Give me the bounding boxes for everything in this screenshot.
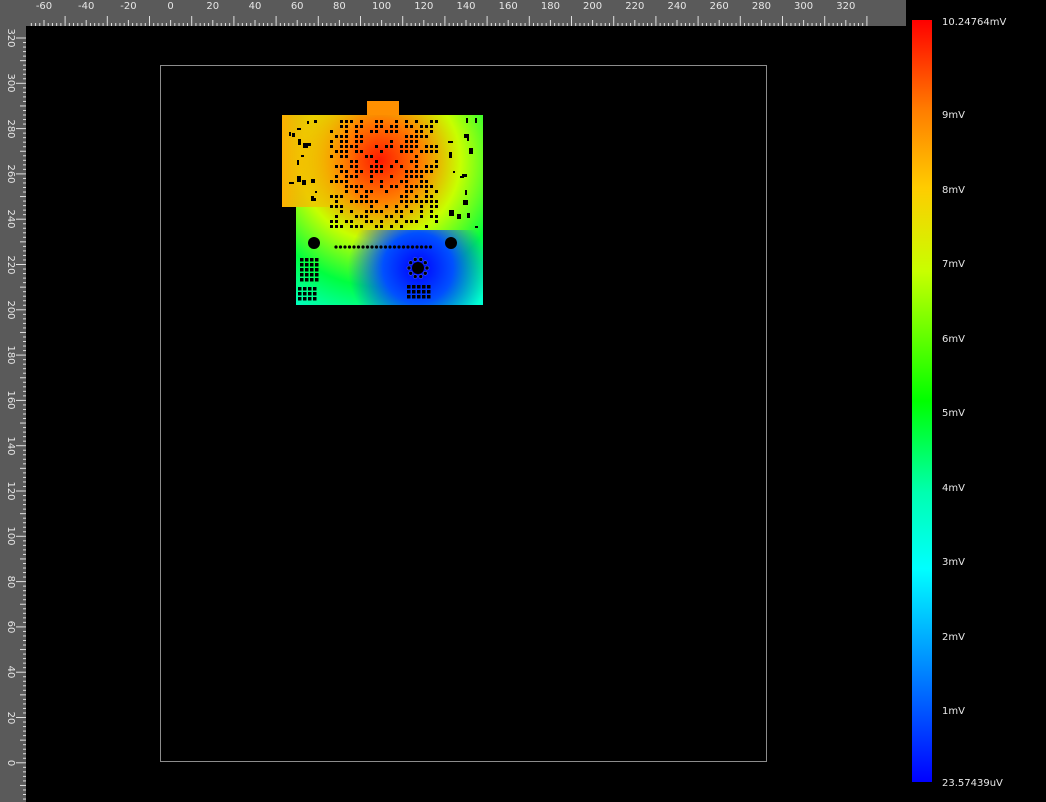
mounting-hole — [308, 237, 320, 249]
colorbar-tick: 1mV — [942, 706, 965, 717]
voltage-heatmap[interactable] — [0, 0, 1046, 802]
via-hole — [412, 262, 424, 274]
colorbar-tick: 9mV — [942, 110, 965, 121]
colorbar-tick: 6mV — [942, 334, 965, 345]
colorbar-tick: 4mV — [942, 483, 965, 494]
colorbar-tick: 2mV — [942, 632, 965, 643]
colorbar-legend — [912, 20, 932, 782]
colorbar-tick: 8mV — [942, 185, 965, 196]
colorbar-tick: 3mV — [942, 557, 965, 568]
colorbar-min-label: 23.57439uV — [942, 778, 1003, 789]
colorbar-max-label: 10.24764mV — [942, 17, 1007, 28]
colorbar-tick: 7mV — [942, 259, 965, 270]
mounting-hole — [445, 237, 457, 249]
colorbar-tick: 5mV — [942, 408, 965, 419]
